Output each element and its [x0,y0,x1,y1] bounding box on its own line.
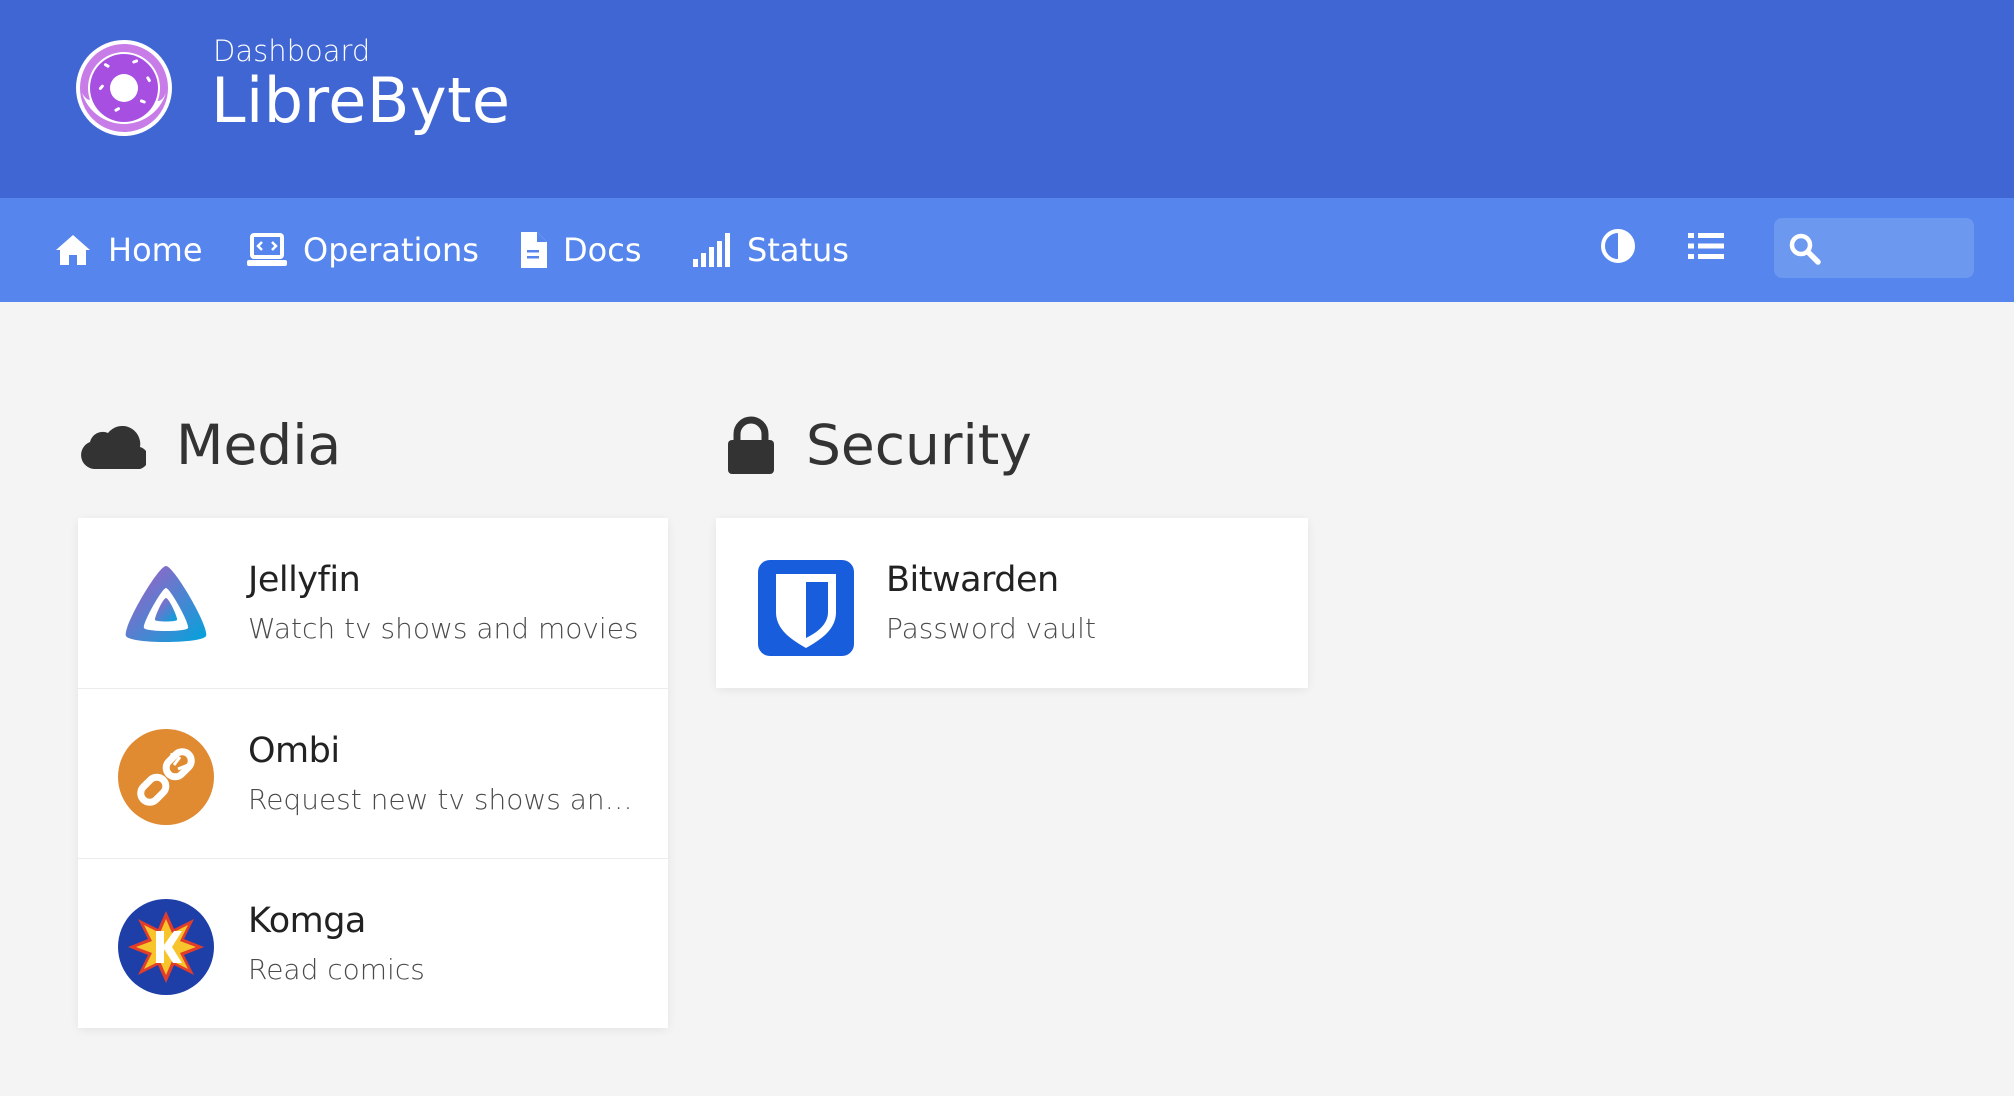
lock-icon [728,416,774,474]
section-title-media: Media [78,410,341,480]
section-title-security: Security [726,410,1032,480]
card-group-security: Bitwarden Password vault [716,518,1308,688]
home-icon [56,235,90,265]
bitwarden-icon [758,560,854,656]
search-input[interactable] [1830,218,1966,278]
nav-link-docs[interactable]: Docs [519,198,641,302]
card-group-media: Jellyfin Watch tv shows and movies Ombi … [78,518,668,1028]
service-name: Jellyfin [248,560,361,600]
service-name: Komga [248,901,366,941]
page-title: LibreByte [211,64,511,137]
service-subtitle: Read comics [248,953,425,986]
laptop-code-icon [247,233,287,266]
search-icon [1789,233,1821,265]
service-card-bitwarden[interactable]: Bitwarden Password vault [716,518,1308,688]
service-name: Bitwarden [886,560,1059,600]
section-title-media-label: Media [176,413,342,477]
nav-label-home: Home [108,231,203,269]
service-card-ombi[interactable]: Ombi Request new tv shows and movies [78,688,668,858]
service-subtitle: Watch tv shows and movies [248,612,639,645]
service-subtitle: Password vault [886,612,1096,645]
contrast-icon[interactable] [1598,226,1638,266]
signal-bars-icon [693,233,730,267]
nav-link-status[interactable]: Status [693,198,849,302]
file-icon [521,232,547,268]
nav-label-status: Status [747,231,849,269]
service-name: Ombi [248,731,340,771]
header-subtitle: Dashboard [213,34,371,68]
cloud-icon [81,426,146,469]
nav-label-operations: Operations [303,231,479,269]
nav-link-operations[interactable]: Operations [247,198,479,302]
nav-link-home[interactable]: Home [54,198,203,302]
service-subtitle: Request new tv shows and movies [248,783,648,816]
komga-icon [118,899,214,995]
list-icon[interactable] [1686,226,1726,266]
jellyfin-icon [125,566,207,642]
search-box[interactable] [1774,218,1974,278]
nav-label-docs: Docs [563,231,642,269]
service-card-jellyfin[interactable]: Jellyfin Watch tv shows and movies [78,518,668,688]
section-title-security-label: Security [806,413,1032,477]
service-card-komga[interactable]: Komga Read comics [78,858,668,1028]
donut-logo-icon[interactable] [74,38,174,138]
header: Dashboard LibreByte [0,0,2014,198]
ombi-icon [118,729,214,825]
